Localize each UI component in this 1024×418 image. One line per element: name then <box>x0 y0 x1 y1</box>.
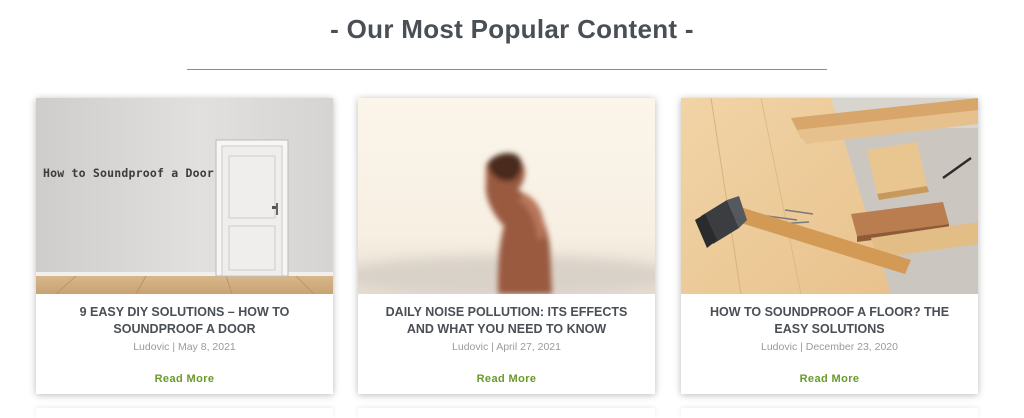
post-title[interactable]: 9 EASY DIY SOLUTIONS – HOW TO SOUNDPROOF… <box>54 304 315 338</box>
section-title: - Our Most Popular Content - <box>330 14 694 44</box>
read-more-link[interactable]: Read More <box>36 373 333 385</box>
title-divider <box>187 69 827 70</box>
post-title[interactable]: HOW TO SOUNDPROOF A FLOOR? THE EASY SOLU… <box>699 304 960 338</box>
next-row-card-edge <box>358 408 655 418</box>
blurred-person-image <box>358 98 655 294</box>
read-more-link[interactable]: Read More <box>358 373 655 385</box>
read-more-link[interactable]: Read More <box>681 373 978 385</box>
post-thumbnail-door[interactable]: How to Soundproof a Door <box>36 98 333 294</box>
post-thumbnail-noise[interactable] <box>358 98 655 294</box>
next-row-card-edge <box>681 408 978 418</box>
post-meta: Ludovic | April 27, 2021 <box>452 341 561 353</box>
post-meta: Ludovic | December 23, 2020 <box>761 341 898 353</box>
next-row-card-edge <box>36 408 333 418</box>
post-thumbnail-floor[interactable] <box>681 98 978 294</box>
post-card-soundproof-floor[interactable]: HOW TO SOUNDPROOF A FLOOR? THE EASY SOLU… <box>681 98 978 394</box>
floor-hammer-image <box>681 98 978 294</box>
post-card-soundproof-door[interactable]: How to Soundproof a Door 9 EASY DIY SOLU… <box>36 98 333 394</box>
post-card-noise-pollution[interactable]: DAILY NOISE POLLUTION: ITS EFFECTS AND W… <box>358 98 655 394</box>
post-meta: Ludovic | May 8, 2021 <box>133 341 236 353</box>
image-caption-text: How to Soundproof a Door <box>43 166 214 180</box>
post-title[interactable]: DAILY NOISE POLLUTION: ITS EFFECTS AND W… <box>376 304 637 338</box>
door-room-image <box>36 98 333 294</box>
